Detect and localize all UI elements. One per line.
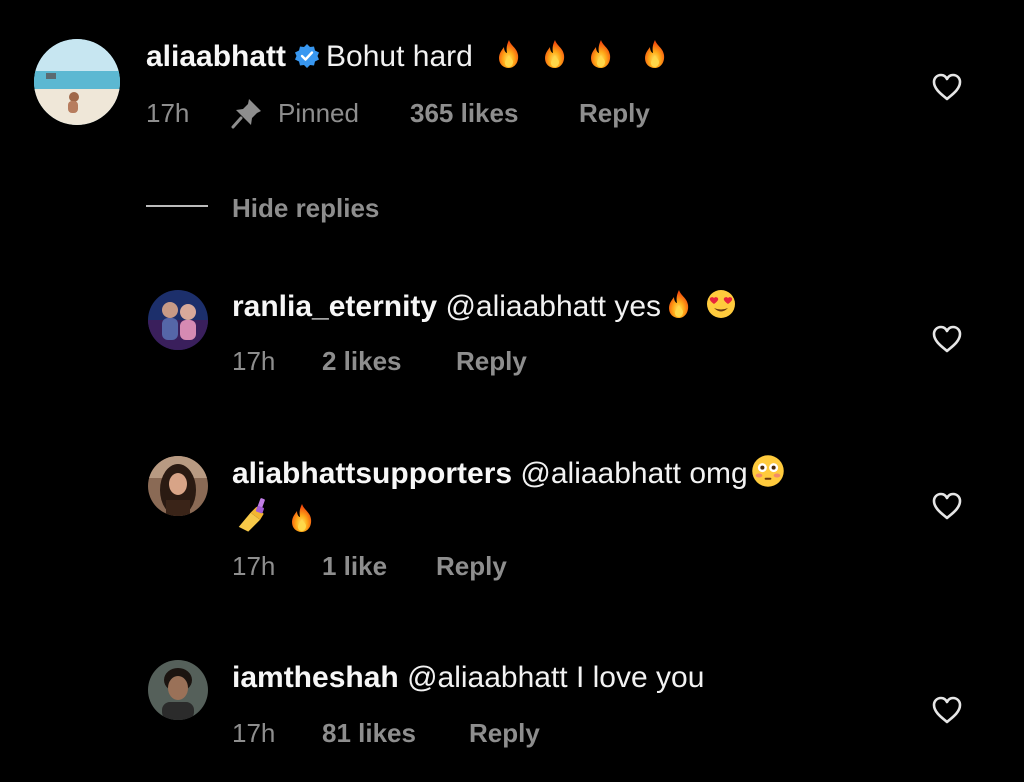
likes-count[interactable]: 81 likes [322,718,416,748]
pin-icon [231,99,261,129]
profile-photo-icon [148,660,208,720]
comment-text: Bohut hard [326,40,473,73]
like-heart-icon[interactable] [930,322,964,356]
avatar[interactable] [34,39,120,125]
comment-text: yes [614,290,662,323]
username[interactable]: aliaabhatt [146,40,286,73]
timestamp: 17h [232,718,276,748]
heart-eyes-emoji-icon [705,288,737,320]
avatar[interactable] [148,290,208,350]
likes-count[interactable]: 1 like [322,551,387,581]
comment-meta: 17h 1 like Reply [232,551,632,583]
username[interactable]: aliabhattsupporters [232,457,512,490]
comment-text-line: aliaabhatt Bohut hard [146,38,671,75]
comment-text: I love you [575,661,705,694]
mention-link[interactable]: @aliaabhatt [445,290,606,323]
hide-replies-button[interactable]: Hide replies [232,193,379,223]
comment-text-line-2 [232,496,318,539]
like-heart-icon[interactable] [930,70,964,104]
timestamp: 17h [146,98,190,128]
verified-badge-icon [295,44,320,68]
replies-divider [146,205,208,207]
avatar[interactable] [148,456,208,516]
comment-meta: 17h 81 likes Reply [232,718,632,750]
profile-photo-icon [148,456,208,516]
username[interactable]: ranlia_eternity [232,290,437,323]
fire-emoji-icon [663,288,695,320]
comment-text-line: ranlia_eternity @aliaabhatt yes [232,288,737,325]
like-heart-icon[interactable] [930,489,964,523]
comment-meta: 17h Pinned 365 likes Reply [146,98,706,130]
fire-emoji-icon [539,38,571,70]
fire-emoji-icon [493,38,525,70]
reply-button[interactable]: Reply [456,346,527,376]
comment-text-line: aliabhattsupporters @aliaabhatt omg [232,453,786,492]
likes-count[interactable]: 2 likes [322,346,402,376]
profile-photo-icon [148,290,208,350]
comment-text: omg [689,457,748,490]
timestamp: 17h [232,346,276,376]
pinned-label: Pinned [278,98,359,128]
flushed-emoji-icon [750,453,786,489]
mention-link[interactable]: @aliaabhatt [520,457,681,490]
avatar[interactable] [148,660,208,720]
timestamp: 17h [232,551,276,581]
fire-emoji-icon [639,38,671,70]
mention-link[interactable]: @aliaabhatt [407,661,568,694]
fire-emoji-icon [585,38,617,70]
username[interactable]: iamtheshah [232,661,399,694]
beach-photo-icon [34,39,120,125]
fire-emoji-icon [286,502,318,534]
nail-polish-emoji-icon [234,496,272,534]
like-heart-icon[interactable] [930,693,964,727]
comment-meta: 17h 2 likes Reply [232,346,632,378]
comment-text-line: iamtheshah @aliaabhatt I love you [232,660,704,696]
reply-button[interactable]: Reply [469,718,540,748]
reply-button[interactable]: Reply [579,98,650,128]
reply-button[interactable]: Reply [436,551,507,581]
likes-count[interactable]: 365 likes [410,98,518,128]
